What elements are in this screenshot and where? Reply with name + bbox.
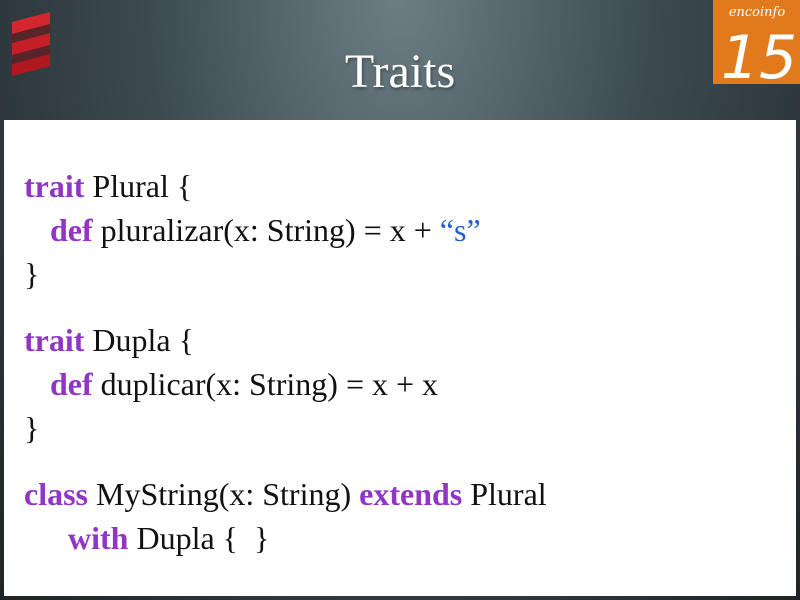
- code-text: Plural {: [84, 168, 193, 204]
- code-line-6: }: [24, 406, 786, 450]
- code-line-7: class MyString(x: String) extends Plural: [24, 472, 786, 516]
- code-line-5: def duplicar(x: String) = x + x: [24, 362, 786, 406]
- keyword: trait: [24, 322, 85, 358]
- code-text: Dupla { }: [128, 520, 270, 556]
- code-text: }: [24, 410, 40, 446]
- keyword: def: [50, 212, 93, 248]
- encoinfo-logo-text: encoinfo: [729, 5, 786, 20]
- code-line-4: trait Dupla {: [24, 318, 786, 362]
- keyword: trait: [24, 168, 85, 204]
- code-block: trait Plural { def pluralizar(x: String)…: [24, 164, 786, 560]
- code-line-1: trait Plural {: [24, 164, 786, 208]
- keyword: with: [68, 520, 129, 556]
- keyword: def: [50, 366, 93, 402]
- code-line-3: }: [24, 252, 786, 296]
- code-text: }: [24, 256, 40, 292]
- code-line-2: def pluralizar(x: String) = x + “s”: [24, 208, 786, 252]
- string-literal: “s”: [439, 212, 481, 248]
- code-text: MyString(x: String): [88, 476, 360, 512]
- code-text: Dupla {: [84, 322, 194, 358]
- code-panel: trait Plural { def pluralizar(x: String)…: [4, 120, 796, 596]
- code-line-8: with Dupla { }: [24, 516, 786, 560]
- code-text: pluralizar(x: String) = x +: [92, 212, 440, 248]
- keyword: extends: [359, 476, 463, 512]
- slide-title: Traits: [344, 45, 456, 98]
- code-text: duplicar(x: String) = x + x: [92, 366, 439, 402]
- code-text: Plural: [462, 476, 547, 512]
- keyword: class: [24, 476, 88, 512]
